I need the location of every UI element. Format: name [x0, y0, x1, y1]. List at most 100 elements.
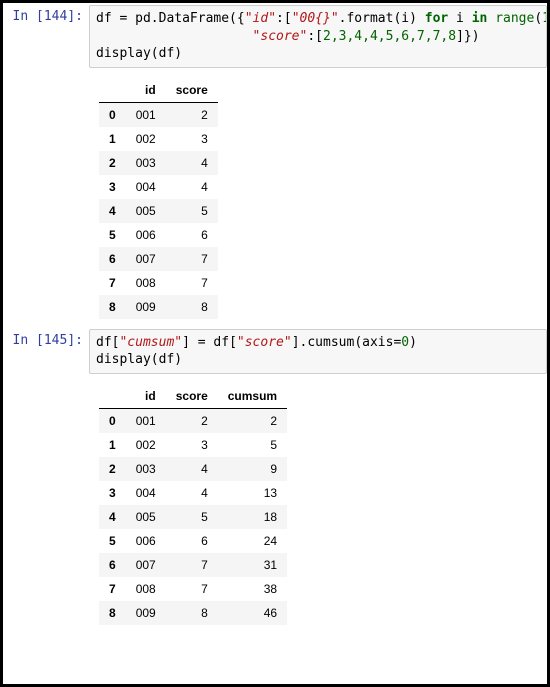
- code-number: 0: [401, 335, 409, 350]
- table-row: 5006624: [99, 529, 287, 553]
- row-index: 5: [99, 529, 126, 553]
- table-header: id: [126, 384, 166, 409]
- table-cell: 002: [126, 433, 166, 457]
- table-cell: 6: [166, 529, 218, 553]
- code-token: (: [534, 11, 542, 26]
- table-row: 30044: [99, 175, 218, 199]
- table-row: 10023: [99, 127, 218, 151]
- code-input[interactable]: df = pd.DataFrame({"id":["00{}".format(i…: [89, 5, 547, 68]
- row-index: 1: [99, 433, 126, 457]
- code-token: =: [198, 335, 206, 350]
- table-cell: 3: [166, 433, 218, 457]
- notebook-cell-1: In [144]: df = pd.DataFrame({"id":["00{}…: [3, 3, 547, 72]
- dataframe-table-2: id score cumsum 000122100235200349300441…: [99, 384, 287, 625]
- table-row: 200349: [99, 457, 287, 481]
- code-token: :[: [307, 29, 323, 44]
- table-header: cumsum: [218, 384, 287, 409]
- table-row: 50066: [99, 223, 218, 247]
- table-cell: 24: [218, 529, 287, 553]
- table-cell: 005: [126, 505, 166, 529]
- code-string: "cumsum": [119, 335, 182, 350]
- table-cell: 008: [126, 271, 166, 295]
- table-row: 60077: [99, 247, 218, 271]
- table-row: 4005518: [99, 505, 287, 529]
- table-header: [99, 78, 126, 103]
- cell-output-1: id score 0001210023200343004440055500666…: [89, 72, 547, 327]
- table-header-row: id score: [99, 78, 218, 103]
- row-index: 3: [99, 175, 126, 199]
- code-token: df[: [96, 335, 119, 350]
- code-token: ): [409, 335, 417, 350]
- table-cell: 18: [218, 505, 287, 529]
- table-header: [99, 384, 126, 409]
- row-index: 4: [99, 199, 126, 223]
- row-index: 3: [99, 481, 126, 505]
- table-header: score: [166, 384, 218, 409]
- code-token: display(df): [96, 352, 182, 367]
- row-index: 6: [99, 553, 126, 577]
- code-builtin: range: [495, 11, 534, 26]
- table-cell: 4: [166, 457, 218, 481]
- code-string: "score": [237, 335, 292, 350]
- table-cell: 009: [126, 295, 166, 319]
- code-token: [96, 29, 253, 44]
- code-keyword: for: [425, 11, 448, 26]
- table-cell: 003: [126, 457, 166, 481]
- row-index: 2: [99, 457, 126, 481]
- table-row: 100235: [99, 433, 287, 457]
- table-header: id: [126, 78, 166, 103]
- row-index: 6: [99, 247, 126, 271]
- code-token: ]: [182, 335, 198, 350]
- table-cell: 003: [126, 151, 166, 175]
- code-token: i: [448, 11, 471, 26]
- code-token: :[: [276, 11, 292, 26]
- table-cell: 009: [126, 601, 166, 625]
- table-cell: 7: [166, 553, 218, 577]
- code-token: ].cumsum(axis: [292, 335, 394, 350]
- row-index: 2: [99, 151, 126, 175]
- table-cell: 7: [166, 577, 218, 601]
- code-token: pd.DataFrame({: [127, 11, 244, 26]
- row-index: 7: [99, 577, 126, 601]
- row-index: 4: [99, 505, 126, 529]
- table-cell: 5: [218, 433, 287, 457]
- notebook-cell-2: In [145]: df["cumsum"] = df["score"].cum…: [3, 327, 547, 378]
- table-cell: 46: [218, 601, 287, 625]
- table-row: 00012: [99, 102, 218, 127]
- table-header: score: [166, 78, 218, 103]
- table-cell: 4: [166, 151, 218, 175]
- table-cell: 8: [166, 295, 218, 319]
- table-cell: 002: [126, 127, 166, 151]
- code-token: df[: [206, 335, 237, 350]
- row-index: 8: [99, 601, 126, 625]
- table-cell: 9: [218, 457, 287, 481]
- code-keyword: in: [472, 11, 488, 26]
- table-row: 80098: [99, 295, 218, 319]
- table-cell: 004: [126, 481, 166, 505]
- row-index: 0: [99, 102, 126, 127]
- row-index: 8: [99, 295, 126, 319]
- table-cell: 4: [166, 481, 218, 505]
- table-row: 70087: [99, 271, 218, 295]
- table-row: 7008738: [99, 577, 287, 601]
- table-row: 3004413: [99, 481, 287, 505]
- table-cell: 31: [218, 553, 287, 577]
- table-cell: 006: [126, 223, 166, 247]
- cell-prompt: In [144]:: [3, 5, 89, 68]
- table-row: 40055: [99, 199, 218, 223]
- table-cell: 4: [166, 175, 218, 199]
- table-row: 000122: [99, 408, 287, 433]
- table-cell: 007: [126, 553, 166, 577]
- table-cell: 004: [126, 175, 166, 199]
- table-cell: 5: [166, 199, 218, 223]
- dataframe-table-1: id score 0001210023200343004440055500666…: [99, 78, 218, 319]
- table-header-row: id score cumsum: [99, 384, 287, 409]
- table-cell: 006: [126, 529, 166, 553]
- table-cell: 5: [166, 505, 218, 529]
- code-string: "score": [253, 29, 308, 44]
- table-row: 6007731: [99, 553, 287, 577]
- table-cell: 3: [166, 127, 218, 151]
- table-row: 8009846: [99, 601, 287, 625]
- code-input[interactable]: df["cumsum"] = df["score"].cumsum(axis=0…: [89, 329, 547, 374]
- row-index: 1: [99, 127, 126, 151]
